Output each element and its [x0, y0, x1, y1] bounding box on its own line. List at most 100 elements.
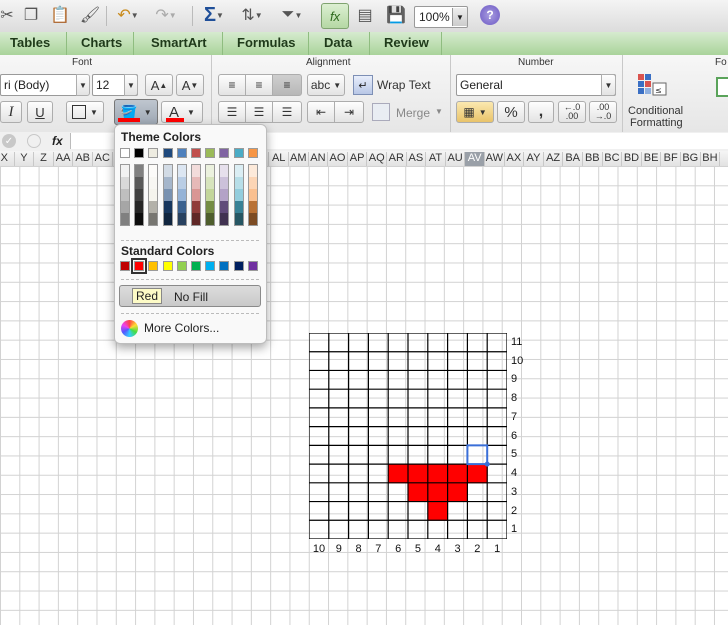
- wrap-text-button[interactable]: Wrap Text: [377, 78, 431, 92]
- theme-color-shade-swatch[interactable]: [192, 201, 200, 213]
- conditional-formatting-label-1[interactable]: Conditional: [628, 105, 683, 117]
- theme-color-shade-swatch[interactable]: [163, 189, 172, 201]
- column-header-x[interactable]: X: [0, 152, 15, 166]
- standard-color-swatch[interactable]: [247, 261, 258, 271]
- theme-color-swatch[interactable]: [134, 148, 145, 158]
- theme-color-shade-swatch[interactable]: [163, 177, 172, 189]
- filled-cell-3-4[interactable]: [447, 464, 468, 484]
- save-icon[interactable]: 💾: [384, 4, 408, 26]
- wrap-text-icon[interactable]: ↵: [353, 75, 373, 95]
- column-header-an[interactable]: AN: [309, 152, 329, 166]
- column-header-ay[interactable]: AY: [524, 152, 544, 166]
- filled-cell-4-3[interactable]: [427, 482, 449, 503]
- redo-icon[interactable]: ↷ ▼: [150, 4, 182, 26]
- theme-color-shade-swatch[interactable]: [135, 213, 144, 225]
- filter-icon[interactable]: ⏷ ▼: [276, 4, 308, 26]
- copy-icon[interactable]: ❐: [20, 4, 42, 26]
- theme-color-shade-swatch[interactable]: [220, 189, 229, 201]
- tab-smartart[interactable]: SmartArt: [151, 35, 207, 50]
- filled-cell-3-3[interactable]: [447, 482, 468, 503]
- number-format-select[interactable]: General: [456, 74, 616, 96]
- column-header-ap[interactable]: AP: [348, 152, 368, 166]
- zoom-select[interactable]: 100% ▼: [414, 6, 468, 28]
- standard-color-swatch[interactable]: [162, 261, 173, 271]
- drawn-coordinate-grid[interactable]: [309, 333, 507, 539]
- gallery-icon[interactable]: ▤: [354, 4, 376, 26]
- column-header-aa[interactable]: AA: [54, 152, 74, 166]
- theme-color-shade-swatch[interactable]: [121, 165, 129, 177]
- align-center-button[interactable]: ☰: [245, 101, 273, 123]
- theme-color-shade-swatch[interactable]: [177, 201, 186, 213]
- increase-font-size-button[interactable]: A ▲: [145, 74, 173, 96]
- decrease-font-size-button[interactable]: A ▼: [176, 74, 204, 96]
- theme-color-shade-swatch[interactable]: [121, 177, 129, 189]
- theme-color-swatch[interactable]: [233, 148, 244, 158]
- theme-color-shade-swatch[interactable]: [149, 189, 158, 201]
- theme-color-shade-swatch[interactable]: [135, 177, 144, 189]
- theme-color-shade-swatch[interactable]: [234, 165, 243, 177]
- increase-indent-button[interactable]: ⇥: [334, 101, 364, 123]
- tab-review[interactable]: Review: [384, 35, 429, 50]
- align-top-button[interactable]: ≡: [218, 74, 246, 96]
- standard-color-swatch[interactable]: [191, 261, 201, 271]
- column-header-bh[interactable]: BH: [701, 152, 721, 166]
- theme-color-shade-swatch[interactable]: [163, 165, 172, 177]
- theme-color-shade-swatch[interactable]: [248, 213, 257, 225]
- filled-cell-2-4[interactable]: [467, 464, 488, 484]
- theme-color-shade-swatch[interactable]: [149, 165, 158, 177]
- theme-color-shade-swatch[interactable]: [163, 213, 172, 225]
- formula-builder-icon[interactable]: fx: [321, 3, 349, 29]
- theme-color-shade-swatch[interactable]: [234, 189, 243, 201]
- accounting-format-button[interactable]: ▦ ▼: [456, 101, 494, 123]
- column-header-ao[interactable]: AO: [328, 152, 348, 166]
- theme-color-shade-swatch[interactable]: [149, 213, 158, 225]
- theme-color-swatch[interactable]: [162, 148, 173, 158]
- selected-cell-outline[interactable]: [466, 444, 489, 466]
- theme-color-swatch[interactable]: [120, 148, 130, 158]
- column-header-z[interactable]: Z: [34, 152, 54, 166]
- borders-button[interactable]: ▼: [66, 101, 104, 123]
- theme-color-shade-swatch[interactable]: [135, 201, 144, 213]
- standard-color-swatch[interactable]: [233, 261, 244, 271]
- theme-color-shade-swatch[interactable]: [121, 201, 129, 213]
- column-header-aw[interactable]: AW: [485, 152, 505, 166]
- column-header-ar[interactable]: AR: [387, 152, 407, 166]
- theme-color-shade-swatch[interactable]: [121, 189, 129, 201]
- column-header-aq[interactable]: AQ: [367, 152, 387, 166]
- theme-color-shade-swatch[interactable]: [248, 189, 257, 201]
- theme-color-shade-swatch[interactable]: [177, 177, 186, 189]
- paste-icon[interactable]: 📋: [48, 4, 72, 26]
- column-header-bg[interactable]: BG: [681, 152, 701, 166]
- theme-color-shade-swatch[interactable]: [177, 213, 186, 225]
- column-header-be[interactable]: BE: [642, 152, 662, 166]
- column-header-au[interactable]: AU: [446, 152, 466, 166]
- column-header-ba[interactable]: BA: [563, 152, 583, 166]
- theme-color-shade-swatch[interactable]: [234, 213, 243, 225]
- theme-color-shade-swatch[interactable]: [192, 165, 200, 177]
- theme-color-shade-swatch[interactable]: [192, 189, 200, 201]
- cell-style-swatch[interactable]: [716, 77, 728, 97]
- standard-color-swatch[interactable]: [131, 258, 148, 274]
- column-header-y[interactable]: Y: [15, 152, 35, 166]
- increase-decimal-button[interactable]: ←.0.00: [558, 101, 586, 123]
- column-header-as[interactable]: AS: [407, 152, 427, 166]
- align-middle-button[interactable]: ≡: [245, 74, 273, 96]
- standard-color-swatch[interactable]: [205, 261, 216, 271]
- theme-color-shade-swatch[interactable]: [149, 201, 158, 213]
- format-painter-icon[interactable]: 🖌: [78, 4, 102, 26]
- theme-color-shade-swatch[interactable]: [177, 189, 186, 201]
- theme-color-shade-swatch[interactable]: [163, 201, 172, 213]
- theme-color-shade-swatch[interactable]: [149, 177, 158, 189]
- tab-formulas[interactable]: Formulas: [237, 35, 296, 50]
- theme-color-shade-swatch[interactable]: [206, 165, 215, 177]
- comma-style-button[interactable]: ,: [528, 101, 554, 123]
- theme-color-shade-swatch[interactable]: [234, 201, 243, 213]
- theme-color-shade-swatch[interactable]: [135, 165, 144, 177]
- align-left-button[interactable]: ☰: [218, 101, 246, 123]
- cancel-icon[interactable]: ✓: [2, 134, 16, 148]
- conditional-formatting-label-2[interactable]: Formatting: [630, 117, 683, 129]
- font-name-select[interactable]: ri (Body): [0, 74, 86, 96]
- column-header-bc[interactable]: BC: [603, 152, 623, 166]
- scissors-icon[interactable]: ✂: [0, 4, 14, 26]
- theme-color-swatch[interactable]: [205, 148, 216, 158]
